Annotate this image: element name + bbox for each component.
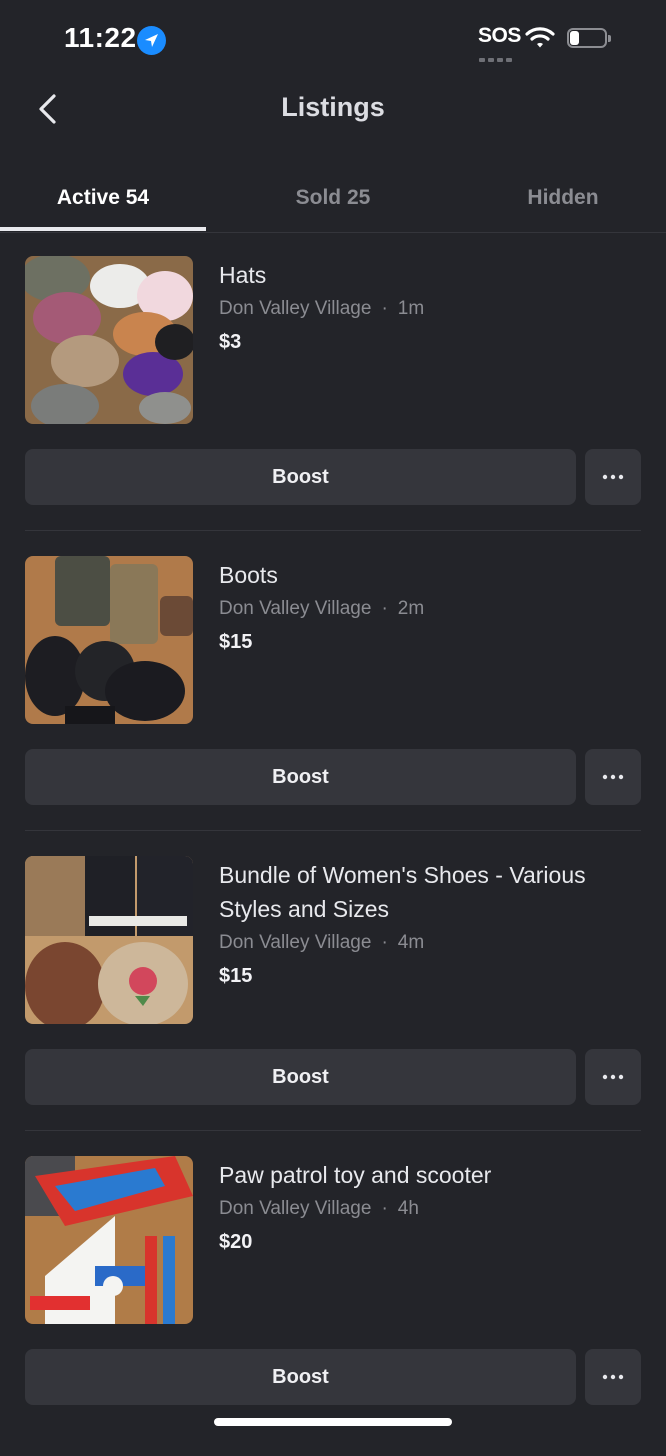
listing-photo[interactable] [25,1156,193,1324]
cellular-signal-icon [479,49,515,62]
meta-separator: · [381,598,388,619]
status-bar: 11:22 SOS [0,0,666,80]
listing-title[interactable]: Bundle of Women's Shoes - Various Styles… [219,858,639,926]
more-horizontal-icon [602,774,624,780]
listing-photo[interactable] [25,856,193,1024]
boost-button[interactable]: Boost [25,749,576,805]
battery-icon [567,28,611,50]
listing-photo[interactable] [25,256,193,424]
listing-location: Don Valley Village [219,1198,372,1219]
listing-item: Boots Don Valley Village · 2m $15 Boost [0,556,666,856]
more-options-button[interactable] [585,749,641,805]
listing-meta: Don Valley Village · 2m [219,598,424,620]
listing-age: 4m [397,932,425,953]
listing-location: Don Valley Village [219,598,372,619]
listing-price: $15 [219,631,253,653]
boost-button[interactable]: Boost [25,449,576,505]
divider [25,1130,641,1131]
listing-item: Paw patrol toy and scooter Don Valley Vi… [0,1156,666,1456]
listing-meta: Don Valley Village · 1m [219,298,424,320]
listing-price: $3 [219,331,242,353]
listing-title[interactable]: Paw patrol toy and scooter [219,1158,639,1192]
boost-button[interactable]: Boost [25,1049,576,1105]
tab-active[interactable]: Active 54 [0,170,206,232]
boost-button[interactable]: Boost [25,1349,576,1405]
more-options-button[interactable] [585,1049,641,1105]
listing-title[interactable]: Hats [219,258,639,292]
more-options-button[interactable] [585,1349,641,1405]
wifi-icon [525,26,555,55]
home-indicator[interactable] [214,1418,452,1426]
more-horizontal-icon [602,1374,624,1380]
listing-photo[interactable] [25,556,193,724]
active-tab-indicator [0,227,206,231]
listing-item: Bundle of Women's Shoes - Various Styles… [0,856,666,1156]
listing-age: 4h [397,1198,419,1219]
listing-location: Don Valley Village [219,298,372,319]
listing-age: 2m [397,598,425,619]
listing-location: Don Valley Village [219,932,372,953]
divider [25,830,641,831]
more-options-button[interactable] [585,449,641,505]
listing-title[interactable]: Boots [219,558,639,592]
meta-separator: · [381,932,388,953]
listing-price: $15 [219,965,253,987]
more-horizontal-icon [602,474,624,480]
status-time: 11:22 [64,22,137,53]
page-title: Listings [281,92,385,122]
listing-meta: Don Valley Village · 4m [219,932,424,954]
tab-hidden[interactable]: Hidden [460,170,666,232]
tab-sold[interactable]: Sold 25 [230,170,436,232]
listing-item: Hats Don Valley Village · 1m $3 Boost [0,256,666,556]
tab-bar: Active 54 Sold 25 Hidden [0,170,666,233]
sos-indicator: SOS [478,24,521,47]
navigation-header: Listings [0,80,666,140]
location-arrow-icon [137,26,166,55]
meta-separator: · [381,298,388,319]
more-horizontal-icon [602,1074,624,1080]
meta-separator: · [381,1198,388,1219]
listing-age: 1m [397,298,425,319]
listing-meta: Don Valley Village · 4h [219,1198,419,1220]
divider [25,530,641,531]
listing-price: $20 [219,1231,253,1253]
